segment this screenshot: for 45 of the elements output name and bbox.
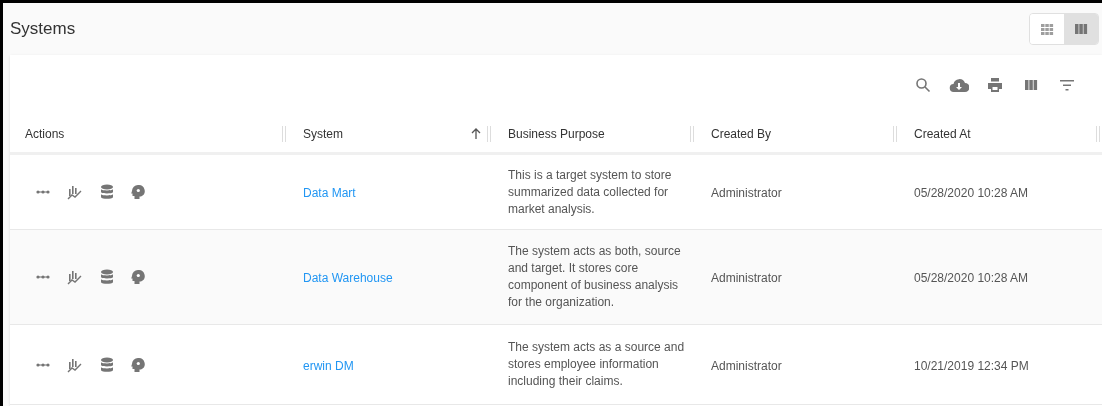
- resize-handle[interactable]: [690, 125, 694, 142]
- filter-icon[interactable]: [1059, 77, 1075, 93]
- resize-handle[interactable]: [282, 125, 286, 142]
- table-row[interactable]: Data Mart This is a target system to store summarized data collected for market analysis. Administrator 05/28/2020 10:28 AM: [10, 155, 1102, 230]
- table-cell-text: This is a target system to store summarized data collected for market analysis.: [508, 166, 673, 218]
- table-cell: Administrator: [711, 358, 782, 373]
- resize-handle[interactable]: [1096, 125, 1100, 142]
- column-view-button[interactable]: [1064, 14, 1098, 44]
- table-cell: 10/21/2019 12:34 PM: [914, 358, 1029, 373]
- search-icon[interactable]: [915, 77, 931, 93]
- head-gear-icon[interactable]: [131, 269, 145, 285]
- print-icon[interactable]: [987, 77, 1003, 93]
- column-header[interactable]: System: [303, 124, 343, 143]
- sort-arrow-icon[interactable]: [471, 127, 481, 140]
- table-cell: Administrator: [711, 271, 782, 285]
- page-title: Systems: [10, 18, 76, 41]
- chart-icon[interactable]: [67, 184, 83, 200]
- table-row[interactable]: Data Warehouse The system acts as both, source and target. It stores core component of business analysis for the organization. Administrator 05/28/2020 10:28 AM: [10, 230, 1102, 325]
- head-gear-icon[interactable]: [131, 356, 145, 373]
- table-cell: 05/28/2020 10:28 AM: [914, 271, 1029, 285]
- column-header[interactable]: Actions: [25, 124, 65, 143]
- table-row[interactable]: erwin DM The system acts as a source and stores employee information including their claims. Administrator 10/21/2019 12:34 PM: [10, 325, 1102, 405]
- more-icon[interactable]: [36, 362, 50, 367]
- columns-icon: [1074, 22, 1088, 36]
- table-cell-text: The system acts as a source and stores employee information including their claims.: [508, 339, 686, 390]
- more-icon[interactable]: [36, 275, 50, 279]
- database-icon[interactable]: [100, 184, 114, 200]
- database-icon[interactable]: [100, 269, 114, 285]
- resize-handle[interactable]: [487, 125, 491, 142]
- column-header[interactable]: Created By: [711, 124, 772, 143]
- cloud-download-icon[interactable]: [949, 77, 969, 93]
- resize-handle[interactable]: [893, 125, 897, 142]
- database-icon[interactable]: [100, 356, 114, 373]
- column-header[interactable]: Created At: [914, 124, 971, 143]
- column-header[interactable]: Business Purpose: [508, 124, 605, 143]
- chart-icon[interactable]: [67, 356, 83, 373]
- chart-icon[interactable]: [67, 269, 83, 285]
- columns-icon[interactable]: [1024, 78, 1038, 92]
- head-gear-icon[interactable]: [131, 184, 145, 200]
- table-cell: Administrator: [711, 186, 782, 200]
- table-cell: 05/28/2020 10:28 AM: [914, 186, 1029, 200]
- grid-icon: [1040, 22, 1054, 36]
- more-icon[interactable]: [36, 190, 50, 194]
- grid-view-button[interactable]: [1030, 14, 1064, 44]
- table-cell-text: The system acts as both, source and target. It stores core component of business analysis for the organization.: [508, 243, 682, 311]
